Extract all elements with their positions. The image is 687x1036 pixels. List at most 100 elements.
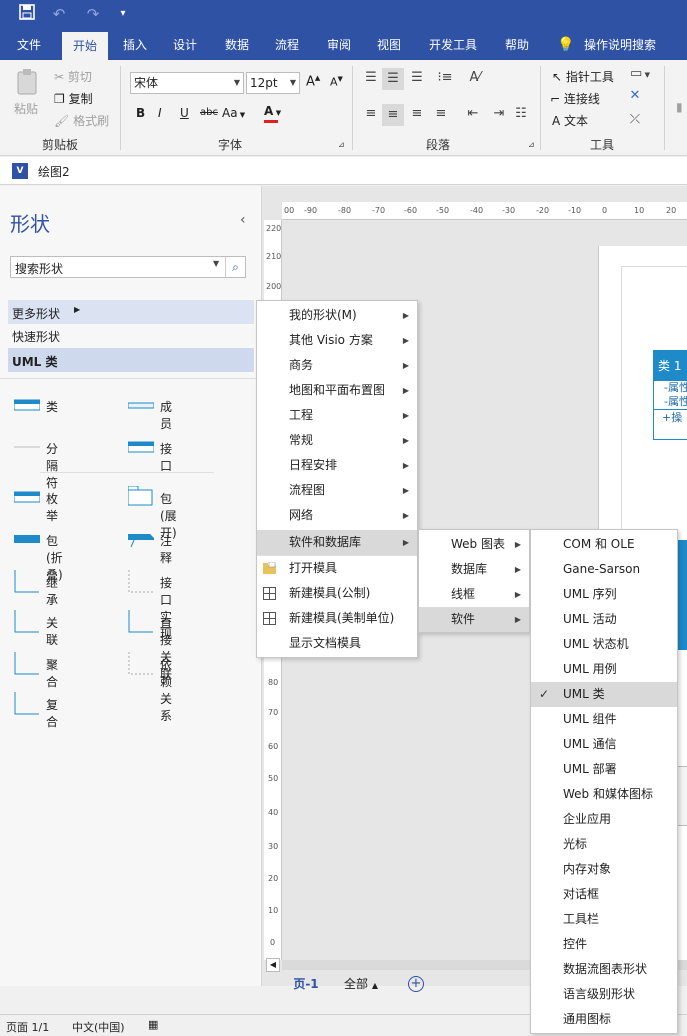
font-name-combo[interactable]: 宋体 ▼ [130,72,244,94]
menu-item-engineering[interactable]: 工程 ▶ [257,403,417,428]
stencil-menu-item[interactable]: 数据流图表形状 [531,957,677,982]
chevron-down-icon[interactable]: ▼ [213,259,219,268]
stencil-menu-item[interactable]: 语言级别形状 [531,982,677,1007]
dialog-launcher-icon[interactable]: ⊿ [528,140,535,149]
tab-developer[interactable]: 开发工具 [422,30,484,60]
menu-item-other-visio[interactable]: 其他 Visio 方案 ▶ [257,328,417,353]
tab-data[interactable]: 数据 [216,30,258,60]
pointer-tool-button[interactable]: ↖ 指针工具 [552,68,614,85]
align-left-icon[interactable]: ≡ [362,106,380,121]
search-input[interactable]: 搜索形状 [15,260,63,277]
paste-button[interactable]: 粘贴 [14,100,38,117]
menu-item-maps[interactable]: 地图和平面布置图 ▶ [257,378,417,403]
bullets-icon[interactable]: ⁝≡ [436,70,454,85]
scroll-left-icon[interactable]: ◀ [266,958,280,972]
quick-shapes-item[interactable]: 快速形状 [12,328,60,345]
stencil-menu-item[interactable]: UML 用例 [531,657,677,682]
tell-me-search[interactable]: 操作说明搜索 [580,30,660,60]
uml-class-shape[interactable]: 类 1 -属性 -属性 +操 [653,350,687,440]
tab-help[interactable]: 帮助 [496,30,538,60]
connector-button[interactable]: ⌐ 连接线 [550,90,600,107]
align-center-icon[interactable]: ≡ [382,104,404,126]
page-tab[interactable]: 页-1 [284,972,328,996]
change-case-button[interactable]: Aa ▼ [222,106,245,120]
text-tool-button[interactable]: A 文本 [552,112,588,129]
bulleted-indent-icon[interactable]: ☷ [512,106,530,121]
menu-item-new-stencil-us[interactable]: 新建模具(美制单位) [257,606,417,631]
menu-item-flowchart[interactable]: 流程图 ▶ [257,478,417,503]
stencil-menu-item[interactable]: 企业应用 [531,807,677,832]
font-color-button[interactable]: A ▼ [264,104,281,123]
underline-button[interactable]: U [180,106,189,120]
tab-view[interactable]: 视图 [368,30,410,60]
paste-icon[interactable] [14,68,42,96]
align-right-icon[interactable]: ≡ [408,106,426,121]
rectangle-shape-icon[interactable]: ▭ ▼ [626,66,654,81]
stencil-menu-item-uml-class[interactable]: ✓ UML 类 [531,682,677,707]
tab-home[interactable]: 开始 [62,32,108,60]
justify-icon[interactable]: ≡ [432,106,450,121]
collapse-pane-icon[interactable]: ‹ [240,212,246,228]
stencil-menu-item[interactable]: UML 活动 [531,607,677,632]
stencil-menu-item[interactable]: 光标 [531,832,677,857]
menu-item-wireframe[interactable]: 线框 ▶ [419,582,529,607]
stencil-menu-item[interactable]: UML 序列 [531,582,677,607]
format-painter-button[interactable]: 🖌 格式刷 [54,112,109,129]
stencil-menu-item[interactable]: 控件 [531,932,677,957]
save-icon[interactable] [16,4,38,24]
align-top-icon[interactable]: ☰ [362,70,380,85]
menu-item-web-diagram[interactable]: Web 图表 ▶ [419,532,529,557]
italic-button[interactable]: I [158,106,162,120]
increase-indent-icon[interactable]: ⇥ [490,106,508,121]
tab-review[interactable]: 审阅 [318,30,360,60]
menu-item-network[interactable]: 网络 ▶ [257,503,417,528]
align-bottom-icon[interactable]: ☰ [408,70,426,85]
language-indicator[interactable]: 中文(中国) [72,1019,125,1035]
copy-button[interactable]: ❐ 复制 [54,90,93,107]
stencil-menu-item[interactable]: 工具栏 [531,907,677,932]
stencil-menu-item[interactable]: Gane-Sarson [531,557,677,582]
macro-record-icon[interactable]: ▦ [148,1018,158,1031]
customize-qat-icon[interactable]: ▾ [112,4,134,24]
add-page-icon[interactable]: + [408,976,424,992]
search-shapes-box[interactable]: 搜索形状 ▼ ⌕ [10,256,246,278]
font-size-combo[interactable]: 12pt ▼ [246,72,300,94]
stencil-menu-item[interactable]: UML 组件 [531,707,677,732]
tab-design[interactable]: 设计 [164,30,206,60]
tab-file[interactable]: 文件 [8,30,50,60]
menu-item-open-stencil[interactable]: 打开模具 [257,556,417,581]
menu-item-schedule[interactable]: 日程安排 ▶ [257,453,417,478]
all-pages-button[interactable]: 全部 ▲ [344,972,378,996]
menu-item-business[interactable]: 商务 ▶ [257,353,417,378]
connection-point-icon[interactable]: ⤫ [626,112,644,127]
stencil-menu-item[interactable]: UML 通信 [531,732,677,757]
tab-process[interactable]: 流程 [266,30,308,60]
redo-icon[interactable]: ↷ [82,4,104,24]
stencil-menu-item[interactable]: Web 和媒体图标 [531,782,677,807]
cut-button[interactable]: ✂ 剪切 [54,68,92,85]
menu-item-show-document-stencil[interactable]: 显示文档模具 [257,631,417,656]
document-tab[interactable]: 绘图2 [38,163,70,180]
arrange-button[interactable]: ▮ [676,100,683,114]
strikethrough-button[interactable]: abc [200,107,218,118]
menu-item-my-shapes[interactable]: 我的形状(M) ▶ [257,303,417,328]
stencil-menu-item[interactable]: COM 和 OLE [531,532,677,557]
bold-button[interactable]: B [136,106,145,120]
text-direction-icon[interactable]: A⁄ [466,70,484,85]
dialog-launcher-icon[interactable]: ⊿ [338,140,345,149]
grow-font-icon[interactable]: A▲ [306,74,320,89]
search-icon[interactable]: ⌕ [225,257,245,277]
decrease-indent-icon[interactable]: ⇤ [464,106,482,121]
more-shapes-item[interactable]: 更多形状 ▶ [8,300,254,324]
stencil-menu-item[interactable]: UML 状态机 [531,632,677,657]
align-middle-icon[interactable]: ☰ [382,68,404,90]
menu-item-new-stencil-metric[interactable]: 新建模具(公制) [257,581,417,606]
menu-item-software[interactable]: 软件 ▶ [419,607,529,632]
close-icon[interactable]: ✕ [626,88,644,103]
menu-item-general[interactable]: 常规 ▶ [257,428,417,453]
page-indicator[interactable]: 页面 1/1 [6,1019,49,1035]
stencil-uml-class[interactable]: UML 类 [8,348,254,372]
menu-item-software-database[interactable]: 软件和数据库 ▶ [257,530,417,555]
menu-item-database[interactable]: 数据库 ▶ [419,557,529,582]
tab-insert[interactable]: 插入 [114,30,156,60]
